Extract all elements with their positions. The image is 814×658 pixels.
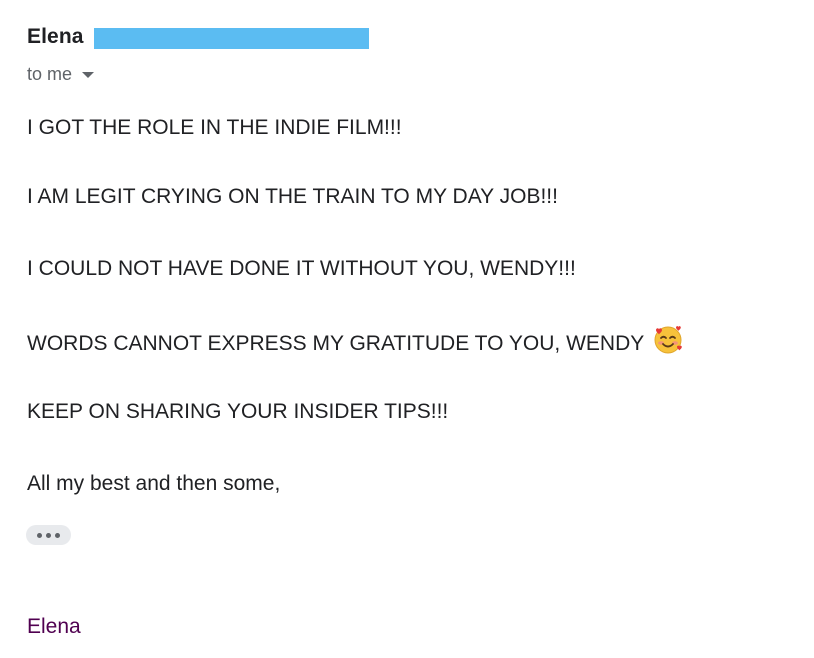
more-horizontal-icon — [37, 532, 60, 538]
sender-name[interactable]: Elena — [27, 25, 84, 49]
signature-name: Elena — [27, 615, 81, 638]
message-line-2: I AM LEGIT CRYING ON THE TRAIN TO MY DAY… — [27, 185, 558, 208]
recipient-details-toggle[interactable]: to me — [27, 61, 95, 87]
message-line-5: KEEP ON SHARING YOUR INSIDER TIPS!!! — [27, 400, 449, 423]
message-line-6: All my best and then some, — [27, 472, 281, 495]
message-header: Elena — [27, 22, 369, 52]
message-line-4-text: WORDS CANNOT EXPRESS MY GRATITUDE TO YOU… — [27, 332, 645, 356]
dot — [55, 532, 60, 538]
dot — [46, 532, 51, 538]
smiling-face-with-hearts-icon — [652, 323, 684, 362]
recipient-label: to me — [27, 63, 73, 84]
message-line-1: I GOT THE ROLE IN THE INDIE FILM!!! — [27, 116, 402, 139]
show-trimmed-content-button[interactable] — [26, 525, 71, 545]
redacted-sender-email — [93, 27, 369, 49]
dot — [37, 532, 42, 538]
message-line-3: I COULD NOT HAVE DONE IT WITHOUT YOU, WE… — [27, 257, 576, 280]
chevron-down-icon[interactable] — [82, 72, 95, 78]
message-line-4: WORDS CANNOT EXPRESS MY GRATITUDE TO YOU… — [27, 326, 684, 362]
